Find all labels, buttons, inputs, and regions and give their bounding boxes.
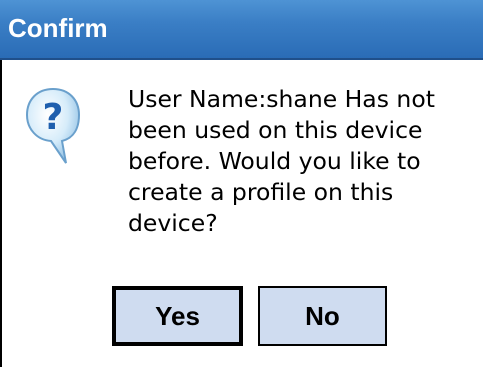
dialog-message: User Name:shane Has not been used on thi… (128, 85, 435, 237)
yes-button[interactable]: Yes (112, 286, 243, 346)
dialog-left-border (0, 60, 2, 367)
confirm-dialog: Confirm ? User Name:shane Has not been u… (0, 0, 483, 367)
dialog-title: Confirm (8, 13, 108, 43)
no-button[interactable]: No (258, 286, 387, 346)
svg-text:?: ? (43, 97, 64, 138)
title-bar: Confirm (0, 0, 483, 60)
question-icon: ? (24, 86, 82, 168)
